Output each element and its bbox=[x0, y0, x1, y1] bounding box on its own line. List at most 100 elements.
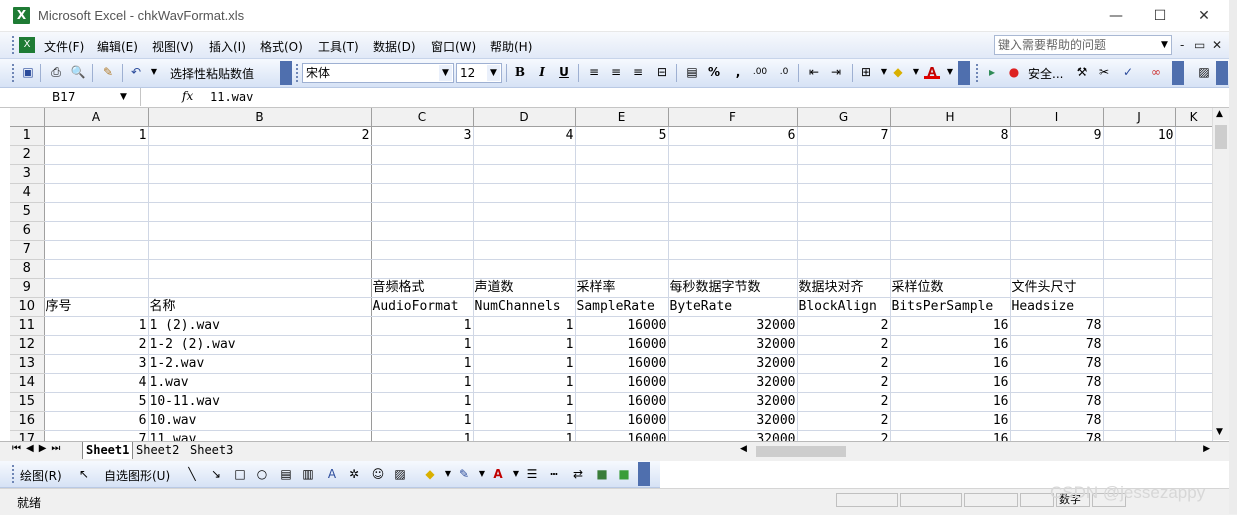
font-size-select[interactable]: 12 ▼ bbox=[456, 63, 502, 83]
scroll-down-icon[interactable]: ▼ bbox=[1216, 427, 1223, 437]
cell[interactable] bbox=[1103, 392, 1176, 412]
oval-icon[interactable]: ○ bbox=[254, 466, 270, 482]
undo-icon[interactable]: ↶ bbox=[128, 64, 144, 80]
cell[interactable] bbox=[473, 259, 576, 279]
rectangle-icon[interactable]: □ bbox=[232, 466, 248, 482]
align-center-icon[interactable]: ≡ bbox=[608, 64, 624, 80]
vertical-scrollbar[interactable]: ▲ ▼ bbox=[1212, 108, 1230, 440]
chevron-down-icon[interactable]: ▼ bbox=[942, 64, 958, 80]
design-mode-icon[interactable]: ✓ bbox=[1120, 64, 1136, 80]
toolbar-overflow-button[interactable] bbox=[958, 61, 970, 85]
row-header[interactable]: 1 bbox=[10, 126, 45, 146]
security-button[interactable]: 安全... bbox=[1028, 65, 1063, 82]
cell[interactable] bbox=[44, 164, 149, 184]
column-header[interactable]: A bbox=[44, 108, 149, 127]
decrease-decimal-icon[interactable]: .0 bbox=[776, 64, 792, 80]
toolbar-overflow-button[interactable] bbox=[280, 61, 292, 85]
cell[interactable]: 1 (2).wav bbox=[148, 316, 372, 336]
cell[interactable]: NumChannels bbox=[473, 297, 576, 317]
cell[interactable]: 1 bbox=[371, 373, 474, 393]
chevron-down-icon[interactable]: ▼ bbox=[146, 64, 162, 80]
cell[interactable] bbox=[148, 278, 372, 298]
cell[interactable]: 32000 bbox=[668, 411, 798, 431]
menu-edit[interactable]: 编辑(E) bbox=[97, 38, 138, 55]
cell[interactable]: 1 bbox=[473, 373, 576, 393]
cell[interactable]: 4 bbox=[473, 126, 576, 146]
cell[interactable]: 4 bbox=[44, 373, 149, 393]
record-macro-icon[interactable]: ● bbox=[1006, 64, 1022, 80]
cell[interactable] bbox=[1175, 392, 1213, 412]
cell[interactable] bbox=[1103, 297, 1176, 317]
doc-minimize-button[interactable]: - bbox=[1180, 38, 1184, 52]
column-header[interactable]: E bbox=[575, 108, 669, 127]
cell[interactable]: 名称 bbox=[148, 297, 372, 317]
wordart-icon[interactable]: A bbox=[324, 466, 340, 482]
cell[interactable] bbox=[1175, 221, 1213, 241]
cell[interactable] bbox=[473, 202, 576, 222]
underline-button[interactable]: U bbox=[556, 64, 572, 80]
cell[interactable] bbox=[1103, 411, 1176, 431]
maximize-button[interactable]: ☐ bbox=[1138, 3, 1182, 29]
cell[interactable] bbox=[1010, 259, 1104, 279]
cell[interactable] bbox=[1103, 335, 1176, 355]
toolbar-grip[interactable] bbox=[12, 64, 18, 82]
cell[interactable] bbox=[1175, 240, 1213, 260]
cell[interactable]: 32000 bbox=[668, 354, 798, 374]
column-header[interactable]: D bbox=[473, 108, 576, 127]
cell[interactable] bbox=[148, 221, 372, 241]
cell[interactable] bbox=[148, 145, 372, 165]
row-header[interactable]: 10 bbox=[10, 297, 45, 317]
vertical-textbox-icon[interactable]: ▥ bbox=[300, 466, 316, 482]
cell[interactable] bbox=[668, 145, 798, 165]
row-header[interactable]: 4 bbox=[10, 183, 45, 203]
cell[interactable]: 1-2.wav bbox=[148, 354, 372, 374]
cell[interactable]: 32000 bbox=[668, 392, 798, 412]
horizontal-scrollbar[interactable]: ◀ ▶ bbox=[740, 444, 1212, 459]
cell[interactable]: 5 bbox=[44, 392, 149, 412]
cell[interactable]: 1.wav bbox=[148, 373, 372, 393]
menu-file[interactable]: 文件(F) bbox=[44, 38, 84, 55]
arrow-icon[interactable]: ↘ bbox=[208, 466, 224, 482]
cell[interactable]: 数据块对齐 bbox=[797, 278, 891, 298]
cell[interactable] bbox=[797, 164, 891, 184]
cell[interactable]: 78 bbox=[1010, 316, 1104, 336]
cell[interactable]: 8 bbox=[890, 126, 1011, 146]
cell[interactable] bbox=[1103, 164, 1176, 184]
autoshapes-menu-button[interactable]: 自选图形(U) bbox=[104, 467, 170, 484]
cell[interactable]: 16000 bbox=[575, 392, 669, 412]
font-color-icon[interactable]: A bbox=[490, 466, 506, 482]
toolbar-overflow-button[interactable] bbox=[638, 462, 650, 486]
cell[interactable] bbox=[668, 183, 798, 203]
cell[interactable]: 1 bbox=[473, 392, 576, 412]
merge-center-icon[interactable]: ⊟ bbox=[654, 64, 670, 80]
cell[interactable]: 16000 bbox=[575, 316, 669, 336]
cell[interactable]: 2 bbox=[797, 354, 891, 374]
cell[interactable] bbox=[44, 145, 149, 165]
cell[interactable] bbox=[575, 183, 669, 203]
select-all-corner[interactable] bbox=[10, 108, 45, 127]
cell[interactable] bbox=[1175, 202, 1213, 222]
formula-input[interactable]: 11.wav bbox=[210, 90, 253, 104]
cell[interactable] bbox=[797, 183, 891, 203]
font-color-icon[interactable]: A bbox=[924, 64, 940, 79]
cell[interactable]: 16 bbox=[890, 411, 1011, 431]
paste-values-button[interactable]: 选择性粘贴数值 bbox=[170, 65, 254, 82]
cell[interactable]: 2 bbox=[44, 335, 149, 355]
cell[interactable]: 78 bbox=[1010, 354, 1104, 374]
cell[interactable]: 1 bbox=[44, 126, 149, 146]
toolbar-overflow-button[interactable] bbox=[1172, 61, 1184, 85]
cell[interactable] bbox=[890, 164, 1011, 184]
chevron-down-icon[interactable]: ▼ bbox=[440, 466, 456, 482]
cell[interactable]: 1 bbox=[473, 354, 576, 374]
clipart-icon[interactable]: ☺ bbox=[370, 466, 386, 482]
row-header[interactable]: 7 bbox=[10, 240, 45, 260]
cell[interactable] bbox=[575, 221, 669, 241]
cell[interactable]: 10.wav bbox=[148, 411, 372, 431]
cell[interactable]: 78 bbox=[1010, 373, 1104, 393]
line-icon[interactable]: ╲ bbox=[184, 466, 200, 482]
cell[interactable] bbox=[1175, 278, 1213, 298]
cell[interactable]: 1 bbox=[371, 354, 474, 374]
cell[interactable] bbox=[1010, 164, 1104, 184]
menu-help[interactable]: 帮助(H) bbox=[490, 38, 532, 55]
tab-sheet3[interactable]: Sheet3 bbox=[190, 442, 233, 459]
